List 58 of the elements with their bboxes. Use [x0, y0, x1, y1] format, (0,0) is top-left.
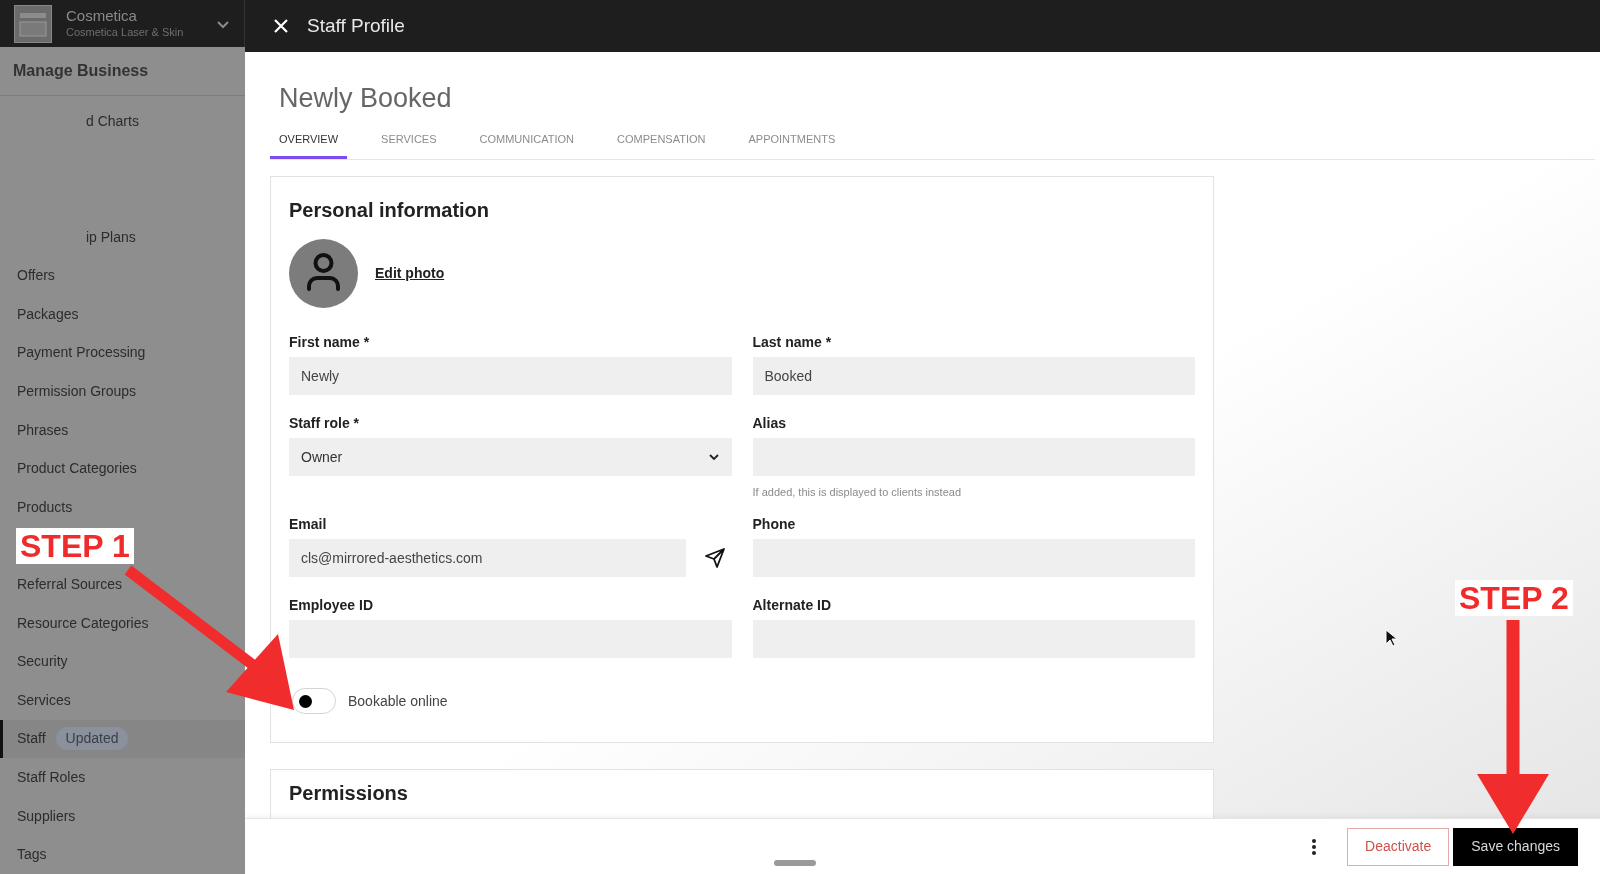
send-icon[interactable]: [703, 547, 726, 569]
step-label: STEP 2: [1455, 580, 1573, 616]
sidebar-item[interactable]: Security: [17, 642, 68, 682]
sidebar-item[interactable]: Tags: [17, 835, 47, 874]
sidebar-item[interactable]: Referral Sources: [17, 565, 123, 604]
mouse-cursor-icon: [1385, 629, 1397, 647]
sidebar-item[interactable]: Products: [17, 488, 73, 527]
section-title: Personal information: [289, 199, 490, 221]
field-label: Employee ID: [289, 597, 374, 614]
field-label: Alternate ID: [752, 597, 832, 614]
sidebar-item[interactable]: Services: [17, 681, 71, 720]
input-field[interactable]: Booked: [752, 357, 1195, 395]
tab[interactable]: OVERVIEW: [270, 128, 348, 159]
save-button[interactable]: Save changes: [1453, 827, 1578, 866]
field-label: Alias: [752, 415, 786, 432]
close-icon[interactable]: [273, 18, 289, 34]
field-label: Last name *: [752, 334, 832, 351]
deactivate-button[interactable]: Deactivate: [1347, 827, 1450, 866]
sidebar-item[interactable]: ip Plans: [86, 217, 136, 257]
sidebar-title: Manage Business: [13, 61, 149, 82]
more-options-icon[interactable]: [1311, 837, 1318, 856]
sidebar-item[interactable]: Staff Updated: [0, 719, 245, 759]
tab[interactable]: COMPENSATION: [608, 128, 715, 159]
sidebar-item[interactable]: Offers: [17, 256, 55, 296]
avatar-icon: [289, 239, 358, 308]
hint-text: If added, this is displayed to clients instead: [752, 486, 961, 499]
field-label: Phone: [752, 516, 796, 533]
business-location: Cosmetica Laser & Skin: [66, 26, 185, 40]
business-name: Cosmetica: [66, 7, 138, 27]
sidebar-item[interactable]: Phrases: [17, 410, 69, 450]
step-label: STEP 1: [16, 528, 134, 564]
business-logo-icon: [14, 4, 52, 43]
sidebar-item[interactable]: Resource Categories: [17, 603, 149, 643]
staff-name: Newly Booked: [279, 83, 452, 113]
field-label: Email: [289, 516, 327, 533]
edit-photo-link[interactable]: Edit photo: [375, 263, 445, 284]
status-badge: Updated: [55, 727, 129, 751]
field-label: Staff role *: [289, 415, 359, 432]
tab[interactable]: APPOINTMENTS: [739, 128, 845, 159]
field-label: First name *: [289, 334, 370, 351]
input-field[interactable]: Newly: [289, 357, 732, 395]
tab[interactable]: SERVICES: [372, 128, 446, 159]
section-title: Permissions: [289, 782, 408, 804]
window-title: Staff Profile: [307, 13, 405, 38]
role-dropdown[interactable]: Owner: [289, 438, 732, 476]
toggle-label: Bookable online: [348, 691, 448, 711]
drag-handle[interactable]: [774, 860, 816, 866]
sidebar-item[interactable]: Packages: [17, 295, 79, 334]
sidebar-item[interactable]: Staff Roles: [17, 758, 86, 797]
sidebar-item[interactable]: Product Categories: [17, 449, 137, 489]
chevron-down-icon: [707, 451, 720, 463]
bookable-online-toggle[interactable]: [292, 688, 336, 714]
sidebar-item[interactable]: d Charts: [86, 102, 139, 141]
sidebar-item[interactable]: Permission Groups: [17, 372, 137, 411]
tab[interactable]: COMMUNICATION: [470, 128, 584, 159]
input-field[interactable]: cls@mirrored-aesthetics.com: [289, 539, 686, 577]
sidebar-item[interactable]: Suppliers: [17, 796, 76, 836]
sidebar-item[interactable]: Payment Processing: [17, 333, 146, 373]
